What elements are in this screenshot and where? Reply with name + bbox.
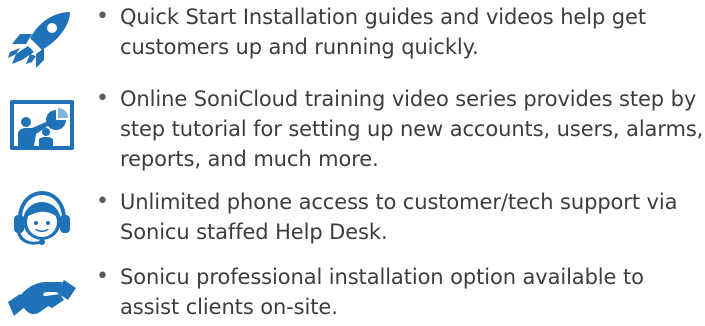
feature-text: Sonicu professional installation option … xyxy=(120,265,644,319)
presentation-training-icon xyxy=(6,96,78,156)
feature-text: Online SoniCloud training video series p… xyxy=(120,87,704,171)
bullet: • xyxy=(96,86,109,111)
bullet: • xyxy=(96,264,109,289)
handshake-icon xyxy=(6,266,78,326)
bullet: • xyxy=(96,189,109,214)
support-headset-icon xyxy=(6,189,78,249)
feature-text: Unlimited phone access to customer/tech … xyxy=(120,190,678,244)
feature-text: Quick Start Installation guides and vide… xyxy=(120,5,646,59)
rocket-icon xyxy=(6,8,78,68)
feature-list: • Quick Start Installation guides and vi… xyxy=(0,0,705,325)
bullet: • xyxy=(96,4,109,29)
